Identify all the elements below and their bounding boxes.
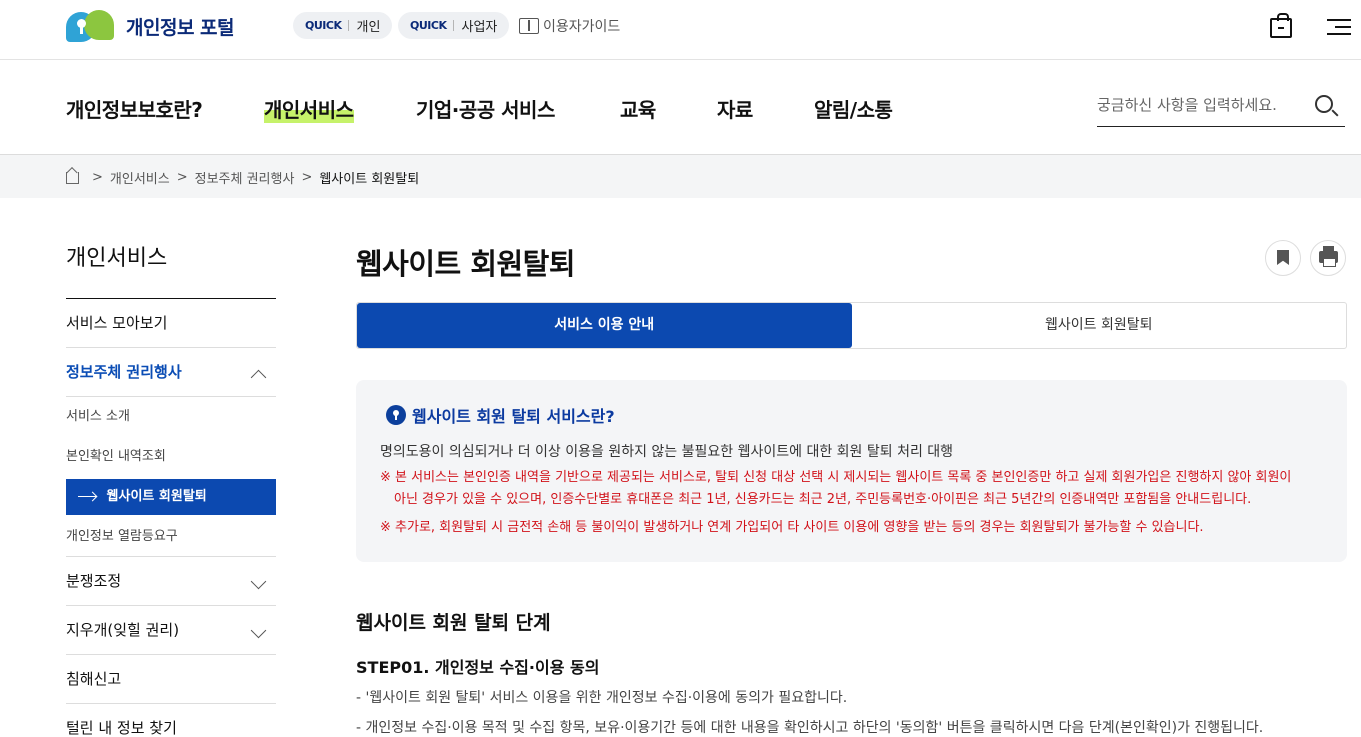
service-info-box: 웹사이트 회원 탈퇴 서비스란? 명의도용이 의심되거나 더 이상 이용을 원하… [356, 380, 1347, 562]
quick-business-label: 사업자 [461, 20, 498, 35]
sidebar-sub-website-withdrawal[interactable]: 웹사이트 회원탈퇴 [66, 479, 276, 515]
quick-business-button[interactable]: QUICK 사업자 [398, 12, 510, 39]
info-title: 웹사이트 회원 탈퇴 서비스란? [386, 403, 1323, 427]
search-icon[interactable] [1315, 95, 1333, 113]
search-input[interactable] [1097, 90, 1297, 120]
tab-service-guide[interactable]: 서비스 이용 안내 [357, 303, 852, 348]
sidebar-item-service-overview[interactable]: 서비스 모아보기 [66, 299, 276, 348]
chevron-up-icon [250, 369, 267, 386]
user-guide-label: 이용자가이드 [543, 19, 621, 35]
chevron-right-icon: > [92, 170, 103, 185]
notice-line: ※ 본 서비스는 본인인증 내역을 기반으로 제공되는 서비스로, 탈퇴 신청 … [380, 470, 1292, 485]
bookmark-button[interactable] [1265, 240, 1301, 276]
step1-title: STEP01. 개인정보 수집·이용 동의 [356, 658, 600, 677]
hamburger-menu-icon[interactable] [1327, 17, 1351, 37]
notice-line: 아닌 경우가 있을 수 있으며, 인증수단별로 휴대폰은 최근 1년, 신용카드… [394, 492, 1252, 507]
sidebar-item-label: 지우개(잊힐 권리) [66, 621, 180, 639]
top-utility-bar: 개인정보 포털 QUICK 개인 QUICK 사업자 이용자가이드 [0, 0, 1361, 60]
breadcrumb-current: 웹사이트 회원탈퇴 [319, 172, 420, 187]
home-icon[interactable] [66, 171, 79, 184]
notice-identity: ※ 본 서비스는 본인인증 내역을 기반으로 제공되는 서비스로, 탈퇴 신청 … [380, 467, 1323, 511]
quick-tag: QUICK [410, 19, 447, 32]
main-navigation: 개인정보보호란? 개인서비스 기업·공공 서비스 교육 자료 알림/소통 [0, 60, 1361, 155]
sidebar-title: 개인서비스 [66, 240, 276, 299]
step1-line: - '웹사이트 회원 탈퇴' 서비스 이용을 위한 개인정보 수집·이용에 동의… [356, 690, 848, 706]
page-title: 웹사이트 회원탈퇴 [356, 247, 576, 281]
step1-line: - 개인정보 수집·이용 목적 및 수집 항목, 보유·이용기간 등에 대한 내… [356, 720, 1264, 736]
briefcase-icon[interactable] [1270, 13, 1292, 38]
print-button[interactable] [1310, 240, 1346, 276]
sidebar-sub-label: 웹사이트 회원탈퇴 [106, 489, 207, 504]
breadcrumb: > 개인서비스 > 정보주체 권리행사 > 웹사이트 회원탈퇴 [0, 155, 1361, 198]
print-icon [1319, 246, 1338, 267]
sidebar-item-dispute[interactable]: 분쟁조정 [66, 557, 276, 606]
book-icon [519, 18, 539, 34]
logo-text: 개인정보 포털 [126, 16, 235, 39]
quick-personal-button[interactable]: QUICK 개인 [293, 12, 393, 39]
sidebar-sub-info-request[interactable]: 개인정보 열람등요구 [66, 517, 276, 557]
logo-mark-icon [66, 10, 114, 42]
nav-item-business-public[interactable]: 기업·공공 서비스 [416, 94, 555, 123]
sidebar-sub-identity-history[interactable]: 본인확인 내역조회 [66, 437, 276, 477]
search-box [1097, 90, 1345, 127]
breadcrumb-item[interactable]: 정보주체 권리행사 [195, 168, 295, 187]
info-title-text: 웹사이트 회원 탈퇴 서비스란? [412, 407, 615, 426]
sidebar-sub-service-intro[interactable]: 서비스 소개 [66, 397, 276, 437]
bookmark-icon [1277, 250, 1289, 265]
sidebar-item-label: 분쟁조정 [66, 572, 122, 590]
user-guide-link[interactable]: 이용자가이드 [519, 16, 620, 36]
divider [348, 20, 350, 31]
sidebar-item-leaked-info[interactable]: 털린 내 정보 찾기 [66, 704, 276, 737]
sidebar-item-label: 정보주체 권리행사 [66, 363, 182, 381]
sidebar: 개인서비스 서비스 모아보기 정보주체 권리행사 서비스 소개 본인확인 내역조… [66, 198, 276, 737]
chevron-down-icon [250, 622, 267, 639]
chevron-right-icon: > [301, 170, 313, 185]
nav-item-personal-services[interactable]: 개인서비스 [264, 94, 354, 123]
sidebar-item-eraser[interactable]: 지우개(잊힐 권리) [66, 606, 276, 655]
quick-tag: QUICK [305, 19, 342, 32]
sidebar-item-report[interactable]: 침해신고 [66, 655, 276, 704]
nav-item-privacy-protection[interactable]: 개인정보보호란? [66, 94, 203, 123]
main-content: 웹사이트 회원탈퇴 서비스 이용 안내 웹사이트 회원탈퇴 웹사이트 회원 탈퇴… [356, 198, 1347, 736]
info-description: 명의도용이 의심되거나 더 이상 이용을 원하지 않는 불필요한 웹사이트에 대… [380, 444, 954, 460]
notice-restriction: ※ 추가로, 회원탈퇴 시 금전적 손해 등 불이익이 발생하거나 연계 가입되… [380, 520, 1204, 535]
quick-personal-label: 개인 [356, 20, 381, 35]
breadcrumb-item[interactable]: 개인서비스 [110, 168, 170, 187]
nav-item-education[interactable]: 교육 [620, 94, 656, 123]
section-title: 웹사이트 회원 탈퇴 단계 [356, 612, 551, 634]
chevron-right-icon: > [176, 170, 188, 185]
nav-item-resources[interactable]: 자료 [717, 94, 753, 123]
tab-bar: 서비스 이용 안내 웹사이트 회원탈퇴 [356, 302, 1347, 349]
chevron-down-icon [250, 573, 267, 590]
sidebar-item-rights-exercise[interactable]: 정보주체 권리행사 [66, 348, 276, 397]
nav-item-notice[interactable]: 알림/소통 [814, 94, 893, 123]
tab-website-withdrawal[interactable]: 웹사이트 회원탈퇴 [852, 303, 1347, 348]
arrow-right-icon [78, 496, 96, 497]
divider [453, 20, 455, 31]
site-logo[interactable]: 개인정보 포털 [66, 10, 235, 42]
lock-icon [386, 405, 406, 425]
